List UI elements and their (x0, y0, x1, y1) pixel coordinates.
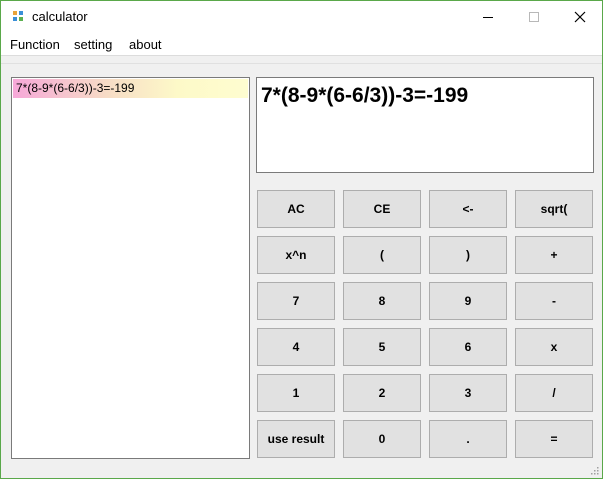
key-equals[interactable]: = (515, 420, 593, 458)
key-1[interactable]: 1 (257, 374, 335, 412)
key-backspace[interactable]: <- (429, 190, 507, 228)
key-2[interactable]: 2 (343, 374, 421, 412)
key-8[interactable]: 8 (343, 282, 421, 320)
key-5[interactable]: 5 (343, 328, 421, 366)
key-plus[interactable]: + (515, 236, 593, 274)
menu-function[interactable]: Function (10, 37, 60, 52)
window-title: calculator (32, 9, 88, 24)
history-entry[interactable]: 7*(8-9*(6-6/3))-3=-199 (13, 79, 248, 98)
key-use-result[interactable]: use result (257, 420, 335, 458)
menu-about[interactable]: about (129, 37, 162, 52)
close-icon (574, 11, 586, 23)
toolbar-strip (1, 56, 602, 64)
display-expression: 7*(8-9*(6-6/3))-3=-199 (261, 84, 469, 107)
close-button[interactable] (557, 1, 603, 33)
key-all-clear[interactable]: AC (257, 190, 335, 228)
history-list[interactable]: 7*(8-9*(6-6/3))-3=-199 (11, 77, 250, 459)
key-4[interactable]: 4 (257, 328, 335, 366)
key-7[interactable]: 7 (257, 282, 335, 320)
key-close-paren[interactable]: ) (429, 236, 507, 274)
minimize-icon (483, 16, 493, 18)
key-0[interactable]: 0 (343, 420, 421, 458)
key-sqrt[interactable]: sqrt( (515, 190, 593, 228)
title-bar[interactable]: calculator (1, 1, 602, 33)
result-display: 7*(8-9*(6-6/3))-3=-199 (256, 77, 594, 173)
app-grid-icon (13, 11, 24, 22)
calculator-window: calculator Function setting about 7*(8-9… (0, 0, 603, 479)
menu-bar: Function setting about (1, 33, 602, 55)
key-minus[interactable]: - (515, 282, 593, 320)
key-divide[interactable]: / (515, 374, 593, 412)
key-6[interactable]: 6 (429, 328, 507, 366)
maximize-icon (529, 12, 539, 22)
key-3[interactable]: 3 (429, 374, 507, 412)
menu-setting[interactable]: setting (74, 37, 112, 52)
key-clear-entry[interactable]: CE (343, 190, 421, 228)
key-decimal[interactable]: . (429, 420, 507, 458)
key-multiply[interactable]: x (515, 328, 593, 366)
minimize-button[interactable] (465, 1, 511, 33)
key-open-paren[interactable]: ( (343, 236, 421, 274)
key-power[interactable]: x^n (257, 236, 335, 274)
maximize-button[interactable] (511, 1, 557, 33)
resize-grip-icon[interactable] (589, 465, 599, 475)
key-9[interactable]: 9 (429, 282, 507, 320)
